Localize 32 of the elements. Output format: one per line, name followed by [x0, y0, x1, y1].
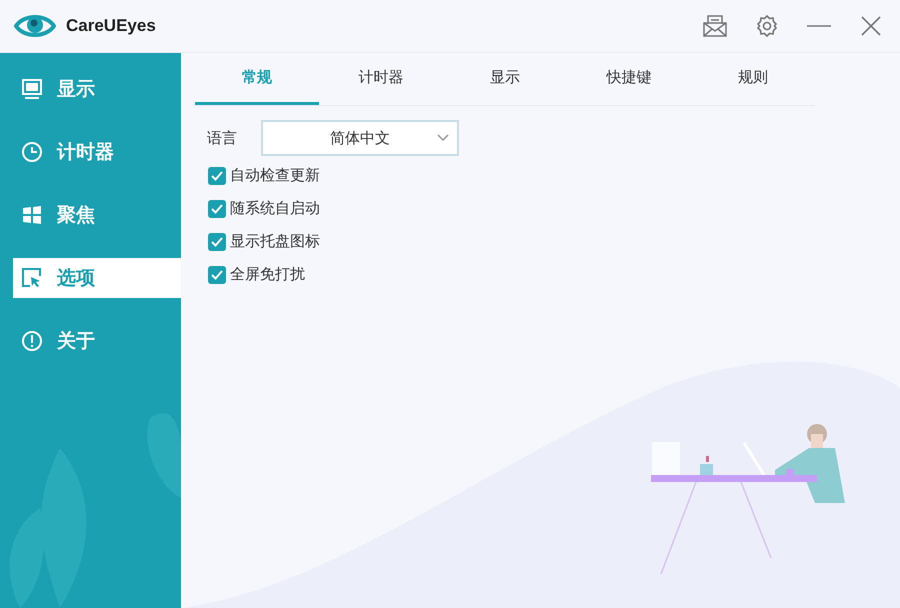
- language-label: 语言: [207, 128, 237, 148]
- tab[interactable]: 显示: [443, 53, 567, 105]
- windows-icon: [21, 204, 43, 226]
- tab[interactable]: 常规: [195, 53, 319, 105]
- info-icon: [21, 330, 43, 352]
- checkbox[interactable]: [208, 232, 226, 250]
- checkbox[interactable]: [208, 166, 226, 184]
- language-dropdown[interactable]: 简体中文: [261, 120, 459, 156]
- envelope-icon: [703, 15, 727, 37]
- minimize-icon: [807, 24, 831, 28]
- pointer-icon: [21, 267, 43, 289]
- sidebar-item[interactable]: 显示: [13, 69, 181, 109]
- checkbox[interactable]: [208, 266, 226, 284]
- tab[interactable]: 快捷键: [567, 53, 691, 105]
- sidebar-item[interactable]: 聚焦: [13, 195, 181, 235]
- monitor-icon: [21, 78, 43, 100]
- close-icon: [861, 16, 881, 36]
- clock-icon: [21, 141, 43, 163]
- checkbox-label: 自动检查更新: [230, 166, 320, 185]
- sidebar-item[interactable]: 计时器: [13, 132, 181, 172]
- checkbox[interactable]: [208, 200, 226, 218]
- checkbox-label: 随系统自启动: [230, 199, 320, 218]
- sidebar-item[interactable]: 关于: [13, 321, 181, 361]
- tab[interactable]: 计时器: [319, 53, 443, 105]
- window-title: CareUEyes: [66, 16, 157, 36]
- tab[interactable]: 规则: [691, 53, 815, 105]
- gear-icon: [755, 14, 779, 38]
- checkbox-label: 显示托盘图标: [230, 232, 320, 251]
- eye-logo-icon: [14, 13, 56, 39]
- checkbox-label: 全屏免打扰: [230, 265, 305, 284]
- chevron-down-icon: [437, 134, 449, 142]
- sidebar-item[interactable]: 选项: [13, 258, 181, 298]
